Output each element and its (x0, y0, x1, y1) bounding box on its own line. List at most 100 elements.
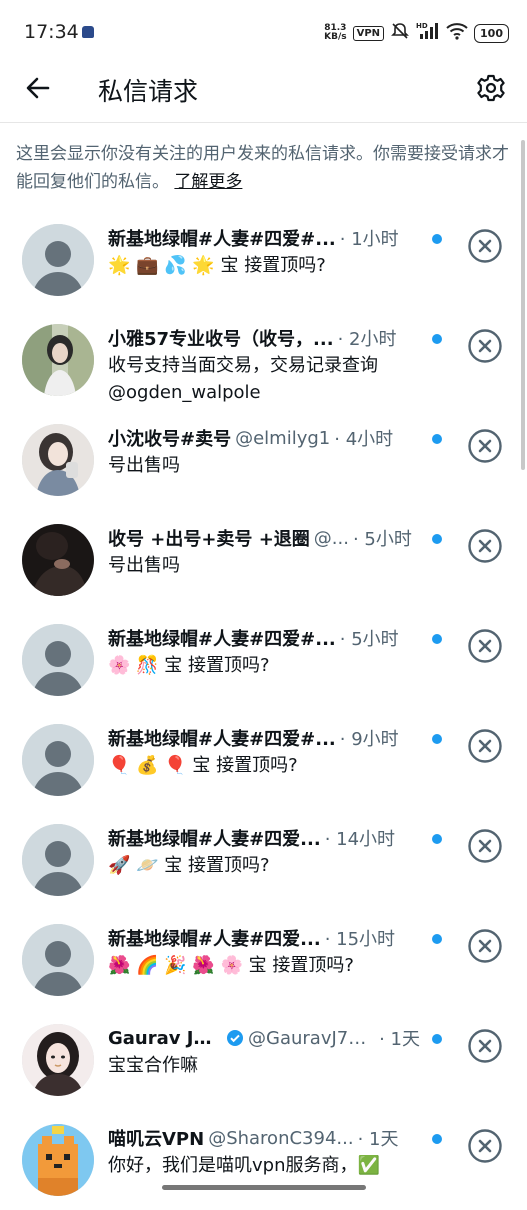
unread-indicator (432, 534, 442, 544)
message-request-item[interactable]: 新基地绿帽#人妻#四爱#... · 9小时 🎈 💰 🎈 宝 接置顶吗? (0, 710, 527, 810)
close-circle-icon (468, 929, 502, 963)
arrow-left-icon (26, 77, 50, 99)
message-time: · 1天 (357, 1129, 399, 1150)
sender-name: 小雅57专业收号（收号，... (108, 329, 334, 350)
dismiss-request-button[interactable] (467, 1028, 503, 1064)
learn-more-link[interactable]: 了解更多 (174, 172, 242, 192)
signal-icon: HD (416, 21, 440, 45)
sender-name: 新基地绿帽#人妻#四爱#... (108, 229, 336, 250)
app-notification-icon (82, 26, 94, 38)
sender-handle: @elmilyg1 (235, 427, 331, 449)
network-speed-unit: KB/s (324, 32, 347, 42)
avatar[interactable] (22, 324, 94, 396)
message-request-item[interactable]: 喵叽云VPN @SharonC394... · 1天你好，我们是喵叽vpn服务商，✅ (0, 1110, 527, 1210)
unread-indicator (432, 1134, 442, 1144)
sender-handle: @... (313, 527, 349, 549)
close-circle-icon (468, 429, 502, 463)
verified-badge-icon (226, 1029, 244, 1047)
close-circle-icon (468, 329, 502, 363)
dismiss-request-button[interactable] (467, 728, 503, 764)
sender-name: 新基地绿帽#人妻#四爱#... (108, 729, 336, 750)
dismiss-request-button[interactable] (467, 828, 503, 864)
unread-indicator (432, 734, 442, 744)
hd-label: HD (416, 22, 428, 30)
battery-indicator: 100 (474, 23, 509, 43)
settings-button[interactable] (471, 68, 511, 108)
dismiss-request-button[interactable] (467, 228, 503, 264)
avatar[interactable] (22, 1124, 94, 1196)
message-request-item[interactable]: 新基地绿帽#人妻#四爱... · 14小时 🚀 🪐 宝 接置顶吗? (0, 810, 527, 910)
message-request-item[interactable]: 新基地绿帽#人妻#四爱#... · 5小时 🌸 🎊 宝 接置顶吗? (0, 610, 527, 710)
unread-indicator (432, 434, 442, 444)
message-time: · 1天 (379, 1029, 420, 1050)
top-bar: 私信请求 (0, 60, 527, 118)
avatar[interactable] (22, 724, 94, 796)
dismiss-request-button[interactable] (467, 528, 503, 564)
message-header: 小沈收号#卖号 @elmilyg1 · 4小时 (108, 424, 420, 452)
back-button[interactable] (18, 68, 58, 108)
close-circle-icon (468, 629, 502, 663)
unread-indicator (432, 634, 442, 644)
message-request-item[interactable]: 收号 +出号+卖号 +退圈 @... · 5小时号出售吗 (0, 510, 527, 610)
message-preview: 🎈 💰 🎈 宝 接置顶吗? (108, 755, 298, 776)
message-request-item[interactable]: 小沈收号#卖号 @elmilyg1 · 4小时 号出售吗 (0, 410, 527, 510)
avatar[interactable] (22, 924, 94, 996)
gear-icon (477, 74, 505, 102)
unread-indicator (432, 934, 442, 944)
mute-icon (390, 21, 410, 45)
page-title: 私信请求 (98, 77, 199, 106)
avatar[interactable] (22, 224, 94, 296)
dismiss-request-button[interactable] (467, 628, 503, 664)
message-time: · 14小时 (324, 829, 396, 850)
avatar[interactable] (22, 824, 94, 896)
header-divider (0, 122, 527, 123)
close-circle-icon (468, 1029, 502, 1063)
notice-text: 这里会显示你没有关注的用户发来的私信请求。你需要接受请求才能回复他们的私信。 (16, 144, 509, 192)
close-circle-icon (468, 829, 502, 863)
message-preview: 你好，我们是喵叽vpn服务商，✅ (108, 1155, 380, 1176)
dismiss-request-button[interactable] (467, 428, 503, 464)
close-circle-icon (468, 1129, 502, 1163)
message-request-item[interactable]: 小雅57专业收号（收号，... · 2小时收号支持当面交易，交易记录查询 @ogd… (0, 310, 527, 410)
dismiss-request-button[interactable] (467, 328, 503, 364)
message-preview: 🌺 🌈 🎉 🌺 🌸 宝 接置顶吗? (108, 955, 354, 976)
status-icons: 81.3 KB/s VPN HD 100 (324, 20, 509, 46)
scrollbar[interactable] (521, 140, 525, 470)
message-request-item[interactable]: Gaurav Jain @GauravJ70... · 1天 宝宝合作嘛 (0, 1010, 527, 1110)
message-preview: 号出售吗 (108, 555, 180, 576)
message-time: · 1小时 (339, 229, 399, 250)
message-time: · 5小时 (352, 529, 412, 550)
message-request-item[interactable]: 新基地绿帽#人妻#四爱#... · 1小时 🌟 💼 💦 🌟 宝 接置顶吗? (0, 210, 527, 310)
sender-name: 收号 +出号+卖号 +退圈 (108, 529, 310, 550)
sender-name: Gaurav Jain (108, 1027, 223, 1049)
message-request-list: 新基地绿帽#人妻#四爱#... · 1小时 🌟 💼 💦 🌟 宝 接置顶吗? 小雅57专… (0, 210, 527, 1210)
message-preview: 收号支持当面交易，交易记录查询 @ogden_walpole (108, 355, 378, 403)
message-time: · 5小时 (339, 629, 399, 650)
home-indicator[interactable] (162, 1185, 366, 1190)
message-header: 新基地绿帽#人妻#四爱#... · 5小时 (108, 624, 420, 652)
close-circle-icon (468, 529, 502, 563)
message-time: · 2小时 (337, 329, 397, 350)
wifi-icon (446, 22, 468, 44)
message-header: 新基地绿帽#人妻#四爱... · 15小时 (108, 924, 420, 952)
unread-indicator (432, 234, 442, 244)
avatar[interactable] (22, 624, 94, 696)
unread-indicator (432, 1034, 442, 1044)
sender-name: 新基地绿帽#人妻#四爱... (108, 829, 321, 850)
message-preview: 🚀 🪐 宝 接置顶吗? (108, 855, 270, 876)
message-header: 新基地绿帽#人妻#四爱#... · 1小时 (108, 224, 420, 252)
avatar[interactable] (22, 424, 94, 496)
sender-handle: @GauravJ70... (248, 1027, 376, 1049)
status-bar: 17:34 81.3 KB/s VPN HD 100 (0, 0, 527, 66)
message-header: 新基地绿帽#人妻#四爱... · 14小时 (108, 824, 420, 852)
sender-handle: @SharonC394... (208, 1127, 354, 1149)
close-circle-icon (468, 229, 502, 263)
message-preview: 🌟 💼 💦 🌟 宝 接置顶吗? (108, 255, 326, 276)
message-request-item[interactable]: 新基地绿帽#人妻#四爱... · 15小时 🌺 🌈 🎉 🌺 🌸 宝 接置顶吗? (0, 910, 527, 1010)
message-header: 小雅57专业收号（收号，... · 2小时 (108, 324, 420, 352)
sender-name: 喵叽云VPN (108, 1129, 205, 1150)
dismiss-request-button[interactable] (467, 1128, 503, 1164)
avatar[interactable] (22, 1024, 94, 1096)
dismiss-request-button[interactable] (467, 928, 503, 964)
avatar[interactable] (22, 524, 94, 596)
